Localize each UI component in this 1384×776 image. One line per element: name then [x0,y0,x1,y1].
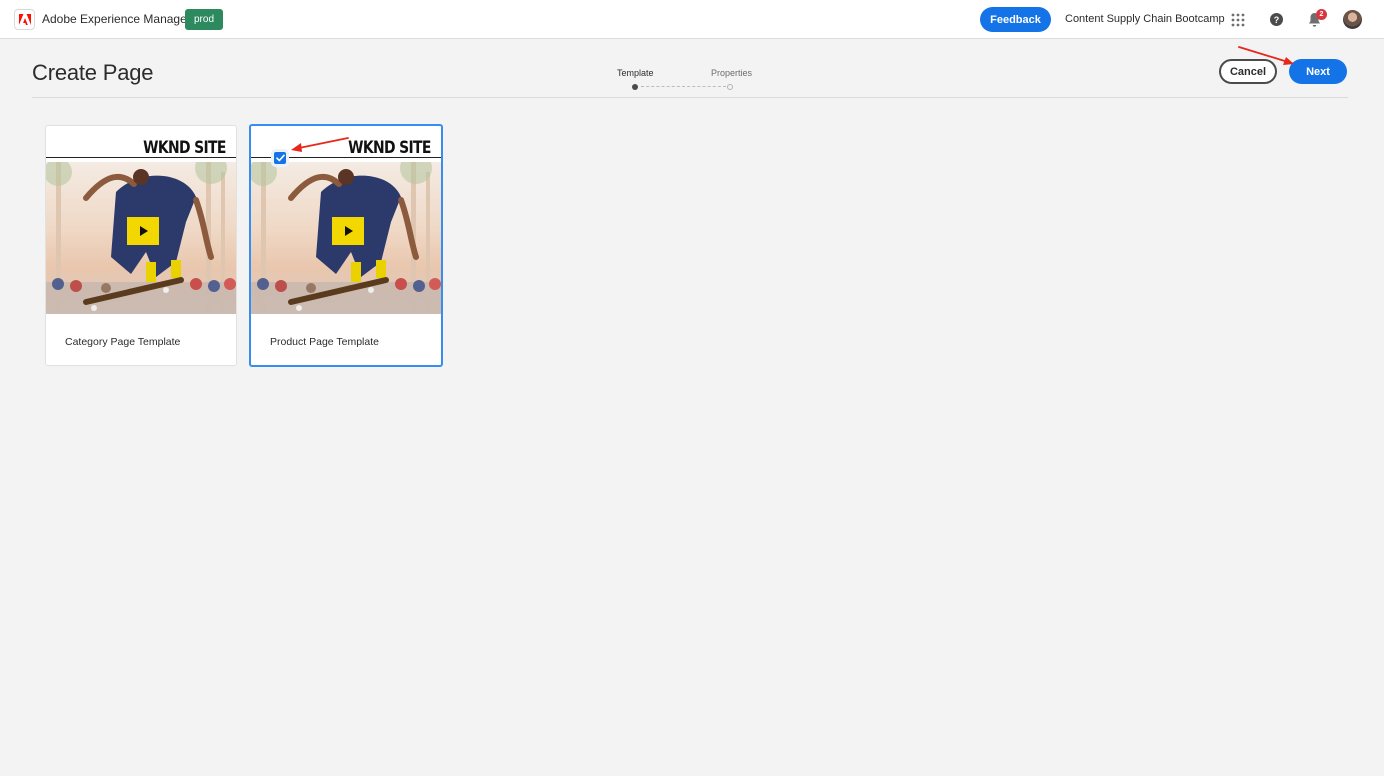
template-card-product[interactable]: WKND SITE Product Page Template [249,124,443,367]
top-shell-bar: Adobe Experience Manager prod Feedback C… [0,0,1384,39]
wizard-step-template: Template [617,68,654,78]
checkmark-icon [275,154,285,162]
apps-grid-icon[interactable] [1231,13,1245,27]
wizard-step-inactive-dot [727,84,733,90]
wizard-step-connector [641,86,726,87]
thumbnail-divider [46,157,236,158]
brand-logo-text: WKND SITE [348,138,431,158]
skater-photo [251,162,441,314]
page-title: Create Page [32,60,154,85]
template-card-category[interactable]: WKND SITE Category Page Template [45,125,237,366]
cancel-button[interactable]: Cancel [1219,59,1277,84]
brand-logo-text: WKND SITE [143,138,226,158]
help-icon[interactable]: ? [1270,13,1283,26]
template-select-checkbox[interactable] [274,152,286,164]
org-switcher[interactable]: Content Supply Chain Bootcamp [1065,13,1225,25]
wizard-step-properties: Properties [711,68,753,78]
feedback-button[interactable]: Feedback [980,7,1051,32]
template-thumbnail: WKND SITE [251,130,441,318]
wizard-step-active-dot [632,84,638,90]
skater-photo [46,162,236,314]
user-avatar[interactable] [1343,10,1362,29]
template-title: Product Page Template [270,336,379,348]
next-button[interactable]: Next [1289,59,1347,84]
template-title: Category Page Template [65,336,181,348]
notification-count-badge: 2 [1316,9,1327,20]
app-name[interactable]: Adobe Experience Manager [42,12,191,26]
environment-badge: prod [185,9,224,30]
adobe-logo-icon[interactable] [14,9,35,30]
header-divider [32,97,1348,98]
template-thumbnail: WKND SITE [46,130,236,318]
wizard-steps: Template Properties [600,66,770,94]
